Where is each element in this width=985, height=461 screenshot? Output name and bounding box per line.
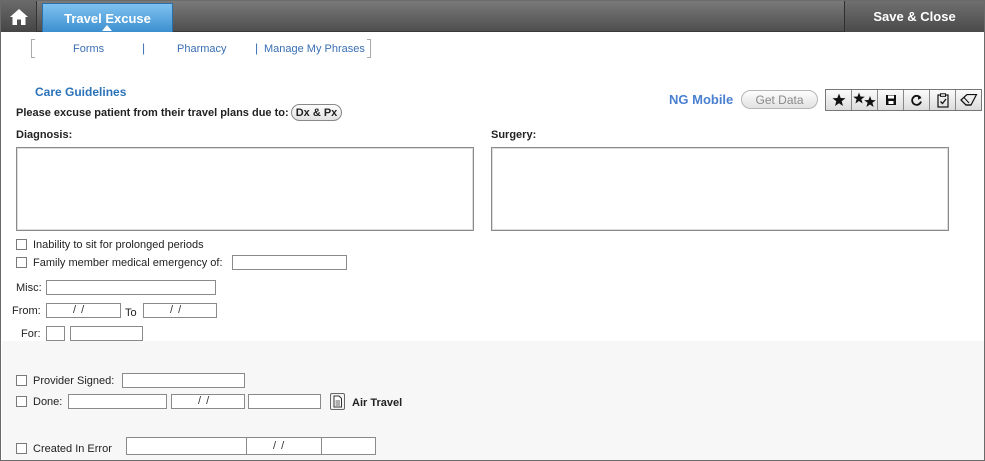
from-date-input[interactable]: / / bbox=[46, 303, 121, 318]
done-checkbox[interactable] bbox=[16, 396, 27, 407]
home-button[interactable] bbox=[1, 1, 37, 32]
get-data-label: Get Data bbox=[755, 92, 804, 107]
window-frame: Travel Excuse Save & Close Forms | Pharm… bbox=[0, 0, 985, 461]
clipboard-button[interactable] bbox=[930, 90, 956, 110]
excuse-prompt: Please excuse patient from their travel … bbox=[16, 107, 289, 119]
surgery-label: Surgery: bbox=[491, 129, 537, 141]
favorites-list-button[interactable] bbox=[852, 90, 878, 110]
document-icon bbox=[333, 395, 342, 408]
tab-travel-excuse-label: Travel Excuse bbox=[64, 10, 151, 26]
subnav-separator: | bbox=[142, 41, 146, 55]
for-unit-input[interactable] bbox=[70, 326, 143, 341]
provider-signed-label: Provider Signed: bbox=[33, 375, 115, 387]
eraser-button[interactable] bbox=[956, 90, 981, 110]
two-stars-icon bbox=[852, 92, 876, 107]
misc-label: Misc: bbox=[16, 282, 42, 294]
family-emergency-label: Family member medical emergency of: bbox=[33, 257, 223, 269]
family-member-input[interactable] bbox=[232, 255, 347, 270]
refresh-icon bbox=[911, 94, 922, 106]
air-travel-label: Air Travel bbox=[352, 397, 403, 409]
eraser-icon bbox=[959, 94, 977, 106]
clipboard-check-icon bbox=[936, 92, 949, 108]
done-label: Done: bbox=[33, 396, 63, 408]
star-icon bbox=[832, 93, 845, 106]
from-label: From: bbox=[12, 305, 41, 317]
to-date-input[interactable]: / / bbox=[143, 303, 217, 318]
save-close-label: Save & Close bbox=[873, 9, 956, 24]
save-close-button[interactable]: Save & Close bbox=[844, 1, 984, 32]
home-icon bbox=[9, 8, 28, 25]
subnav-manage-phrases[interactable]: Manage My Phrases bbox=[264, 43, 365, 55]
error-date-input[interactable]: / / bbox=[246, 437, 322, 455]
ng-mobile-label: NG Mobile bbox=[669, 92, 734, 107]
subnav-separator: | bbox=[255, 41, 259, 55]
provider-signed-checkbox[interactable] bbox=[16, 375, 27, 386]
created-in-error-label: Created In Error bbox=[33, 443, 112, 455]
for-count-input[interactable] bbox=[46, 326, 65, 341]
created-in-error-checkbox[interactable] bbox=[16, 443, 27, 454]
action-toolbar bbox=[825, 89, 982, 111]
diagnosis-label: Diagnosis: bbox=[16, 129, 73, 141]
refresh-button[interactable] bbox=[904, 90, 930, 110]
dx-px-button[interactable]: Dx & Px bbox=[291, 104, 342, 121]
family-emergency-checkbox[interactable] bbox=[16, 257, 27, 268]
done-by-input[interactable] bbox=[68, 394, 167, 409]
diagnosis-textarea[interactable] bbox=[16, 147, 474, 231]
error-time-input[interactable] bbox=[321, 437, 376, 455]
save-icon bbox=[885, 95, 896, 105]
document-button[interactable] bbox=[330, 393, 345, 410]
save-template-button[interactable] bbox=[878, 90, 904, 110]
dx-px-label: Dx & Px bbox=[295, 106, 338, 119]
error-by-input[interactable] bbox=[126, 437, 247, 455]
subnav-bracket-right bbox=[367, 39, 371, 58]
inability-checkbox[interactable] bbox=[16, 239, 27, 250]
favorite-button[interactable] bbox=[826, 90, 852, 110]
done-time-input[interactable] bbox=[248, 394, 321, 409]
get-data-button[interactable]: Get Data bbox=[741, 90, 818, 109]
inability-label: Inability to sit for prolonged periods bbox=[33, 239, 204, 251]
subnav-forms[interactable]: Forms bbox=[73, 43, 104, 55]
surgery-textarea[interactable] bbox=[491, 147, 949, 231]
done-date-input[interactable]: / / bbox=[171, 394, 245, 409]
misc-input[interactable] bbox=[46, 280, 216, 295]
for-label: For: bbox=[21, 328, 41, 340]
provider-signed-input[interactable] bbox=[122, 373, 245, 388]
subnav-bracket-left bbox=[31, 39, 35, 58]
care-guidelines-link[interactable]: Care Guidelines bbox=[35, 85, 126, 99]
tab-notch bbox=[102, 25, 112, 31]
subnav-pharmacy[interactable]: Pharmacy bbox=[177, 43, 227, 55]
to-label: To bbox=[125, 307, 137, 319]
